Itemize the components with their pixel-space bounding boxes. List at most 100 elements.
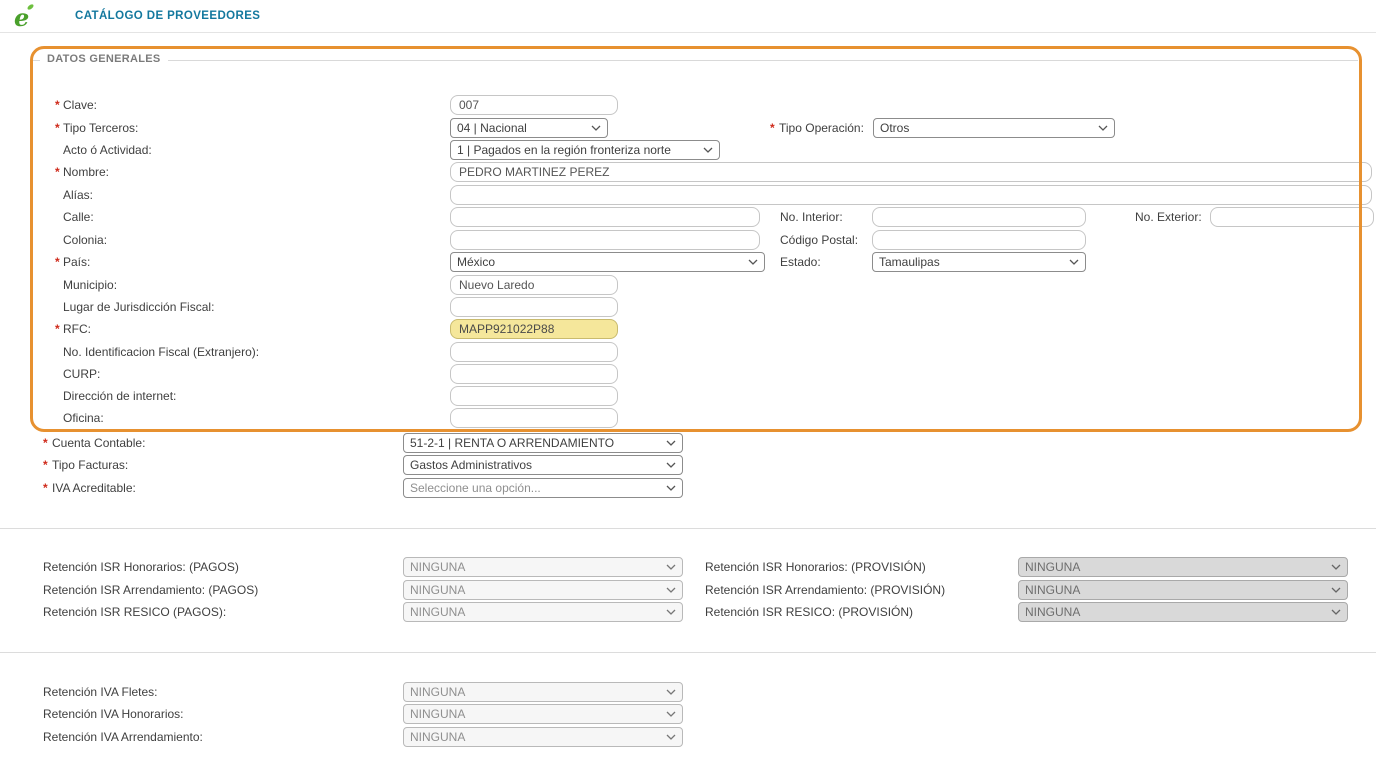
codigo-postal-label: Código Postal: [780, 233, 859, 247]
row-ret-isr-honorarios: Retención ISR Honorarios: (PAGOS) NINGUN… [0, 557, 1376, 578]
chevron-down-icon [1331, 609, 1341, 615]
alias-label: Alías: [63, 188, 94, 202]
no-id-fiscal-label: No. Identificacion Fiscal (Extranjero): [63, 345, 260, 359]
ret-iva-honorarios-label: Retención IVA Honorarios: [43, 707, 184, 721]
acto-actividad-select[interactable]: 1 | Pagados en la región fronteriza nort… [450, 140, 720, 160]
pais-value: México [457, 255, 496, 269]
no-exterior-input[interactable] [1210, 207, 1374, 227]
ret-isr-honorarios-pagos-label: Retención ISR Honorarios: (PAGOS) [43, 560, 239, 574]
ret-isr-resico-provision-select[interactable]: NINGUNA [1018, 602, 1348, 622]
chevron-down-icon [1069, 259, 1079, 265]
ret-isr-resico-pagos-select[interactable]: NINGUNA [403, 602, 683, 622]
direccion-internet-label: Dirección de internet: [63, 389, 177, 403]
tipo-operacion-value: Otros [880, 121, 910, 135]
tipo-terceros-label: Tipo Terceros: [63, 121, 139, 135]
row-clave: * Clave: [0, 95, 1376, 116]
row-tipo-terceros: * Tipo Terceros: 04 | Nacional * Tipo Op… [0, 118, 1376, 139]
app-header: e CATÁLOGO DE PROVEEDORES [0, 0, 1376, 33]
required-marker: * [55, 165, 60, 179]
row-ret-isr-resico: Retención ISR RESICO (PAGOS): NINGUNA Re… [0, 602, 1376, 623]
rfc-label: RFC: [63, 322, 91, 336]
section-legend: DATOS GENERALES [40, 53, 168, 65]
app-window: e CATÁLOGO DE PROVEEDORES DATOS GENERALE… [0, 0, 1376, 769]
tipo-operacion-select[interactable]: Otros [873, 118, 1115, 138]
row-ret-iva-honorarios: Retención IVA Honorarios: NINGUNA [0, 704, 1376, 725]
row-acto-actividad: Acto ó Actividad: 1 | Pagados en la regi… [0, 140, 1376, 161]
no-exterior-label: No. Exterior: [1135, 210, 1202, 224]
chevron-down-icon [591, 125, 601, 131]
ret-isr-honorarios-provision-select[interactable]: NINGUNA [1018, 557, 1348, 577]
ret-isr-arrendamiento-provision-select[interactable]: NINGUNA [1018, 580, 1348, 600]
ret-isr-arrendamiento-pagos-select[interactable]: NINGUNA [403, 580, 683, 600]
lugar-jurisdiccion-input[interactable] [450, 297, 618, 317]
rfc-input[interactable] [450, 319, 618, 339]
municipio-input[interactable] [450, 275, 618, 295]
no-interior-input[interactable] [872, 207, 1086, 227]
chevron-down-icon [703, 147, 713, 153]
tipo-terceros-select[interactable]: 04 | Nacional [450, 118, 608, 138]
ret-isr-honorarios-pagos-select[interactable]: NINGUNA [403, 557, 683, 577]
lugar-jurisdiccion-label: Lugar de Jurisdicción Fiscal: [63, 300, 215, 314]
cuenta-contable-value: 51-2-1 | RENTA O ARRENDAMIENTO [410, 436, 615, 450]
nombre-input[interactable] [450, 162, 1372, 182]
ret-iva-arrendamiento-select[interactable]: NINGUNA [403, 727, 683, 747]
ret-iva-arrendamiento-label: Retención IVA Arrendamiento: [43, 730, 203, 744]
ret-isr-resico-pagos-label: Retención ISR RESICO (PAGOS): [43, 605, 227, 619]
section-divider [0, 528, 1376, 529]
colonia-input[interactable] [450, 230, 760, 250]
chevron-down-icon [666, 689, 676, 695]
colonia-label: Colonia: [63, 233, 108, 247]
row-direccion-internet: Dirección de internet: [0, 386, 1376, 407]
ret-isr-honorarios-provision-value: NINGUNA [1025, 560, 1081, 574]
required-marker: * [770, 121, 775, 135]
row-rfc: * RFC: [0, 319, 1376, 340]
clave-input[interactable] [450, 95, 618, 115]
iva-acreditable-value: Seleccione una opción... [410, 481, 541, 495]
no-id-fiscal-input[interactable] [450, 342, 618, 362]
row-pais: * País: México Estado: Tamaulipas [0, 252, 1376, 273]
curp-input[interactable] [450, 364, 618, 384]
tipo-operacion-label: Tipo Operación: [779, 121, 864, 135]
calle-input[interactable] [450, 207, 760, 227]
ret-isr-arrendamiento-pagos-value: NINGUNA [410, 583, 466, 597]
required-marker: * [43, 458, 48, 472]
row-no-id-fiscal: No. Identificacion Fiscal (Extranjero): [0, 342, 1376, 363]
chevron-down-icon [666, 587, 676, 593]
required-marker: * [55, 255, 60, 269]
codigo-postal-input[interactable] [872, 230, 1086, 250]
iva-acreditable-label: IVA Acreditable: [52, 481, 136, 495]
tipo-terceros-value: 04 | Nacional [457, 121, 527, 135]
cuenta-contable-select[interactable]: 51-2-1 | RENTA O ARRENDAMIENTO [403, 433, 683, 453]
row-ret-iva-fletes: Retención IVA Fletes: NINGUNA [0, 682, 1376, 703]
row-curp: CURP: [0, 364, 1376, 385]
estado-label: Estado: [780, 255, 821, 269]
no-interior-label: No. Interior: [780, 210, 843, 224]
row-oficina: Oficina: [0, 408, 1376, 429]
required-marker: * [55, 98, 60, 112]
calle-label: Calle: [63, 210, 94, 224]
section-divider [0, 652, 1376, 653]
ret-iva-honorarios-value: NINGUNA [410, 707, 466, 721]
ret-iva-fletes-label: Retención IVA Fletes: [43, 685, 158, 699]
direccion-internet-input[interactable] [450, 386, 618, 406]
pais-select[interactable]: México [450, 252, 765, 272]
required-marker: * [43, 481, 48, 495]
ret-isr-honorarios-pagos-value: NINGUNA [410, 560, 466, 574]
alias-input[interactable] [450, 185, 1372, 205]
ret-iva-arrendamiento-value: NINGUNA [410, 730, 466, 744]
chevron-down-icon [666, 462, 676, 468]
estado-select[interactable]: Tamaulipas [872, 252, 1086, 272]
oficina-label: Oficina: [63, 411, 104, 425]
ret-isr-resico-pagos-value: NINGUNA [410, 605, 466, 619]
chevron-down-icon [666, 564, 676, 570]
row-colonia: Colonia: Código Postal: [0, 230, 1376, 251]
ret-iva-fletes-select[interactable]: NINGUNA [403, 682, 683, 702]
tipo-facturas-select[interactable]: Gastos Administrativos [403, 455, 683, 475]
acto-actividad-label: Acto ó Actividad: [63, 143, 152, 157]
ret-iva-honorarios-select[interactable]: NINGUNA [403, 704, 683, 724]
row-municipio: Municipio: [0, 275, 1376, 296]
row-calle: Calle: No. Interior: No. Exterior: [0, 207, 1376, 228]
oficina-input[interactable] [450, 408, 618, 428]
iva-acreditable-select[interactable]: Seleccione una opción... [403, 478, 683, 498]
clave-label: Clave: [63, 98, 98, 112]
